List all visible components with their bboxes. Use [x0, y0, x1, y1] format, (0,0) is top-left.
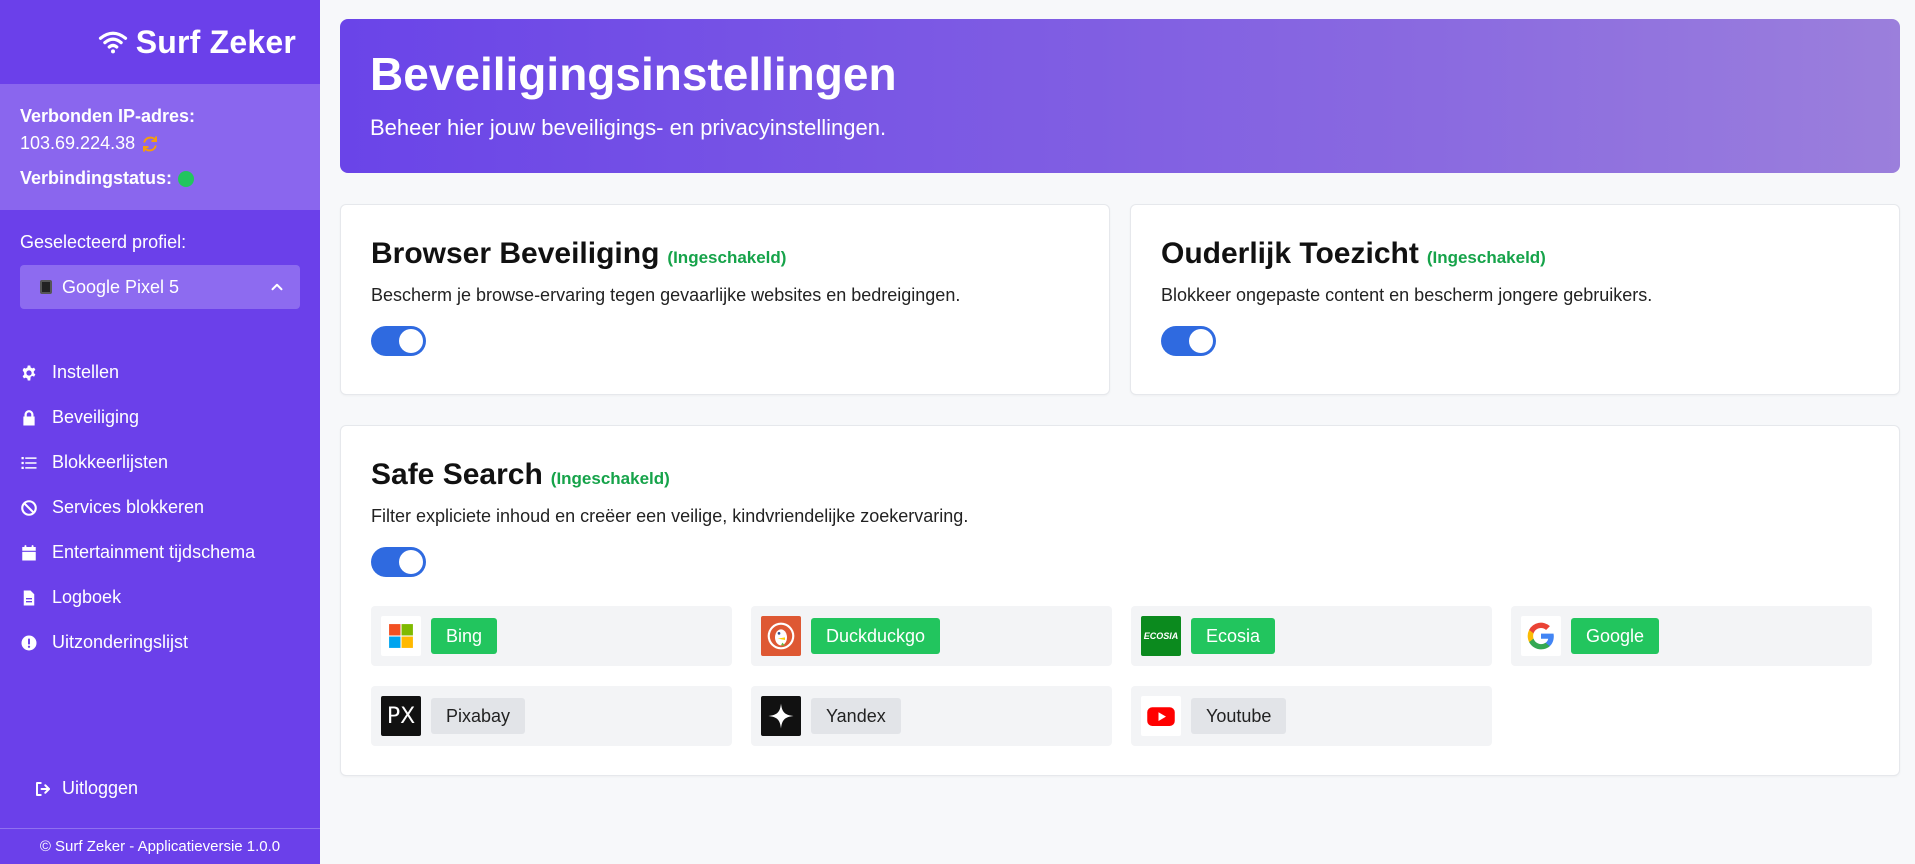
duckduckgo-icon [761, 616, 801, 656]
engine-label: Bing [431, 618, 498, 654]
nav-item-logboek[interactable]: Logboek [0, 575, 320, 620]
nav-label: Uitzonderingslijst [52, 632, 189, 652]
nav-label: Services blokkeren [52, 497, 205, 517]
sidebar: Surf Zeker Verbonden IP-adres: 103.69.22… [0, 0, 320, 864]
parental-control-toggle[interactable] [1161, 326, 1216, 356]
engine-item-youtube[interactable]: Youtube [1131, 686, 1492, 746]
logout-icon [36, 781, 50, 796]
nav-label: Beveiliging [52, 407, 140, 427]
nav-label: Blokkeerlijsten [52, 452, 169, 472]
card-title: Ouderlijk Toezicht [1161, 237, 1419, 270]
card-description: Filter expliciete inhoud en creëer een v… [371, 506, 969, 526]
status-badge: (Ingeschakeld) [667, 248, 787, 267]
engine-item-pixabay[interactable]: PX Pixabay [371, 686, 732, 746]
nav-label: Instellen [52, 362, 120, 382]
engine-label: Duckduckgo [811, 618, 941, 654]
nav-label: Entertainment tijdschema [52, 542, 256, 562]
engine-item-yandex[interactable]: Yandex [751, 686, 1112, 746]
safe-search-card: Safe Search (Ingeschakeld) Filter explic… [340, 425, 1900, 776]
footer-divider [0, 828, 320, 829]
file-icon [23, 590, 35, 605]
engine-label: Google [1571, 618, 1660, 654]
gear-icon [22, 365, 36, 380]
page-title: Beveiligingsinstellingen [370, 48, 897, 100]
nav-label: Logboek [52, 587, 122, 607]
card-title: Browser Beveiliging [371, 237, 660, 270]
list-icon [21, 456, 37, 469]
pixabay-icon: PX [381, 696, 421, 736]
profile-value: Google Pixel 5 [62, 276, 180, 297]
status-label: Verbindingstatus: [20, 168, 173, 188]
nav-item-instellen[interactable]: Instellen [0, 350, 320, 395]
status-indicator [178, 170, 195, 187]
main-nav: Instellen Beveiliging Blokkeerlijsten Se… [0, 350, 320, 665]
connection-panel: Verbonden IP-adres: 103.69.224.38 Verbin… [0, 84, 320, 210]
yandex-icon [761, 696, 801, 736]
parental-control-card: Ouderlijk Toezicht (Ingeschakeld) Blokke… [1130, 204, 1900, 395]
profile-label: Geselecteerd profiel: [20, 232, 187, 252]
nav-item-entertainment-tijdschema[interactable]: Entertainment tijdschema [0, 530, 320, 575]
page-subtitle: Beheer hier jouw beveiligings- en privac… [370, 115, 887, 140]
brand-name: Surf Zeker [135, 23, 296, 60]
nav-item-services-blokkeren[interactable]: Services blokkeren [0, 485, 320, 530]
nav-item-beveiliging[interactable]: Beveiliging [0, 395, 320, 440]
ecosia-icon: ECOSIA [1141, 616, 1181, 656]
refresh-icon[interactable] [141, 135, 159, 153]
lock-icon [23, 409, 35, 425]
chevron-up-icon [271, 283, 283, 291]
engine-item-google[interactable]: Google [1511, 606, 1872, 666]
brand[interactable]: Surf Zeker [0, 0, 320, 84]
engine-label: Youtube [1191, 698, 1287, 734]
profile-select[interactable]: Google Pixel 5 [20, 265, 300, 309]
calendar-icon [22, 544, 36, 560]
card-title: Safe Search [371, 458, 543, 491]
logout-button[interactable]: Uitloggen [34, 778, 138, 799]
engine-item-bing[interactable]: Bing [371, 606, 732, 666]
exclamation-icon [21, 635, 37, 650]
card-description: Bescherm je browse-ervaring tegen gevaar… [371, 285, 961, 305]
status-badge: (Ingeschakeld) [550, 469, 670, 488]
nav-item-blokkeerlijsten[interactable]: Blokkeerlijsten [0, 440, 320, 485]
youtube-icon [1141, 696, 1181, 736]
ban-icon [21, 499, 37, 516]
browser-security-toggle[interactable] [371, 326, 426, 356]
status-badge: (Ingeschakeld) [1426, 248, 1546, 267]
engine-label: Ecosia [1191, 618, 1276, 654]
card-description: Blokkeer ongepaste content en bescherm j… [1161, 285, 1653, 305]
safe-search-toggle[interactable] [371, 547, 426, 577]
engine-item-ecosia[interactable]: ECOSIA Ecosia [1131, 606, 1492, 666]
app-version: © Surf Zeker - Applicatieversie 1.0.0 [39, 838, 281, 855]
nav-item-uitzonderingslijst[interactable]: Uitzonderingslijst [0, 620, 320, 665]
device-icon [40, 280, 52, 294]
google-icon [1521, 616, 1561, 656]
engine-label: Yandex [811, 698, 901, 734]
browser-security-card: Browser Beveiliging (Ingeschakeld) Besch… [340, 204, 1110, 395]
engine-label: Pixabay [431, 698, 526, 734]
ip-value: 103.69.224.38 [20, 133, 136, 153]
page-header: Beveiligingsinstellingen Beheer hier jou… [340, 19, 1900, 173]
bing-icon [381, 616, 421, 656]
logout-label: Uitloggen [62, 778, 139, 798]
wifi-icon [98, 31, 127, 54]
engine-item-duckduckgo[interactable]: Duckduckgo [751, 606, 1112, 666]
ip-label: Verbonden IP-adres: [20, 106, 196, 126]
